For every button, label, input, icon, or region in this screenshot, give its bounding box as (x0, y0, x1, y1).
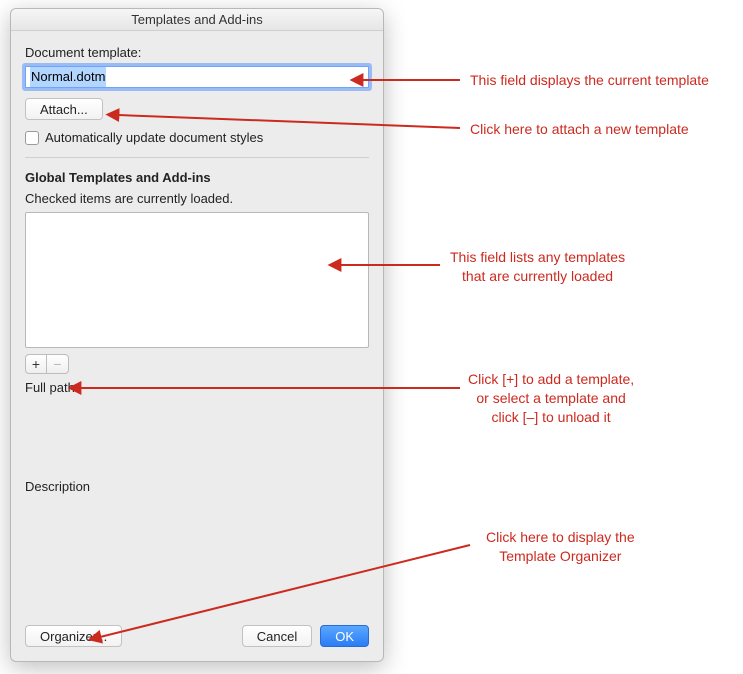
section-separator (25, 157, 369, 158)
full-path-label: Full path: (25, 380, 369, 395)
ok-button[interactable]: OK (320, 625, 369, 647)
add-template-button[interactable]: + (25, 354, 47, 374)
document-template-field[interactable]: Normal.dotm (25, 66, 369, 88)
auto-update-label: Automatically update document styles (45, 130, 263, 145)
annotation-add-remove: Click [+] to add a template, or select a… (468, 370, 634, 427)
document-template-label: Document template: (25, 45, 369, 60)
cancel-button[interactable]: Cancel (242, 625, 312, 647)
organizer-button[interactable]: Organizer... (25, 625, 122, 647)
description-label: Description (25, 479, 369, 494)
annotation-current-template: This field displays the current template (470, 71, 709, 90)
annotation-loaded-list: This field lists any templates that are … (450, 248, 625, 286)
global-templates-heading: Global Templates and Add-ins (25, 170, 369, 185)
auto-update-checkbox[interactable] (25, 131, 39, 145)
add-remove-group: + − (25, 354, 369, 374)
dialog-title: Templates and Add-ins (11, 9, 383, 31)
attach-button[interactable]: Attach... (25, 98, 103, 120)
global-templates-subheading: Checked items are currently loaded. (25, 191, 369, 206)
templates-addins-dialog: Templates and Add-ins Document template:… (10, 8, 384, 662)
document-template-value: Normal.dotm (30, 67, 106, 87)
annotation-organizer: Click here to display the Template Organ… (486, 528, 635, 566)
remove-template-button[interactable]: − (47, 354, 69, 374)
loaded-templates-listbox[interactable] (25, 212, 369, 348)
annotation-attach: Click here to attach a new template (470, 120, 689, 139)
